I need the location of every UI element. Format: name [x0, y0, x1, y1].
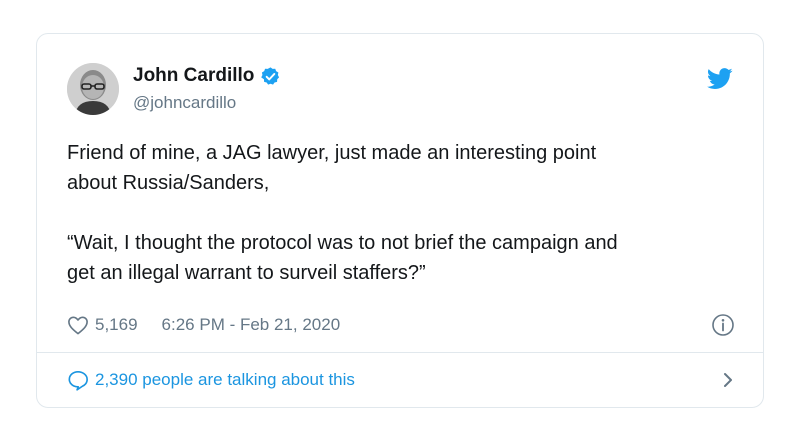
twitter-bird-icon[interactable] [706, 68, 733, 90]
chevron-right-icon[interactable] [721, 371, 735, 389]
speech-bubble-icon [67, 370, 89, 391]
talking-about-link[interactable]: 2,390 people are talking about this [67, 369, 735, 391]
tweet-card[interactable]: John Cardillo @johncardillo Friend of mi… [36, 33, 764, 408]
tweet-timestamp[interactable]: 6:26 PM - Feb 21, 2020 [162, 314, 341, 336]
heart-icon[interactable] [67, 315, 89, 335]
talking-about-label[interactable]: 2,390 people are talking about this [95, 369, 355, 391]
author-display-name[interactable]: John Cardillo [133, 64, 254, 88]
tweet-meta-row: 5,169 6:26 PM - Feb 21, 2020 [67, 314, 340, 336]
verified-badge-icon [260, 66, 281, 87]
tweet-text: Friend of mine, a JAG lawyer, just made … [67, 142, 618, 284]
like-count[interactable]: 5,169 [95, 314, 138, 336]
divider [37, 352, 763, 353]
info-icon[interactable] [711, 313, 735, 337]
author-handle[interactable]: @johncardillo [133, 92, 236, 114]
author-name-row[interactable]: John Cardillo [133, 64, 281, 88]
avatar[interactable] [67, 63, 119, 115]
